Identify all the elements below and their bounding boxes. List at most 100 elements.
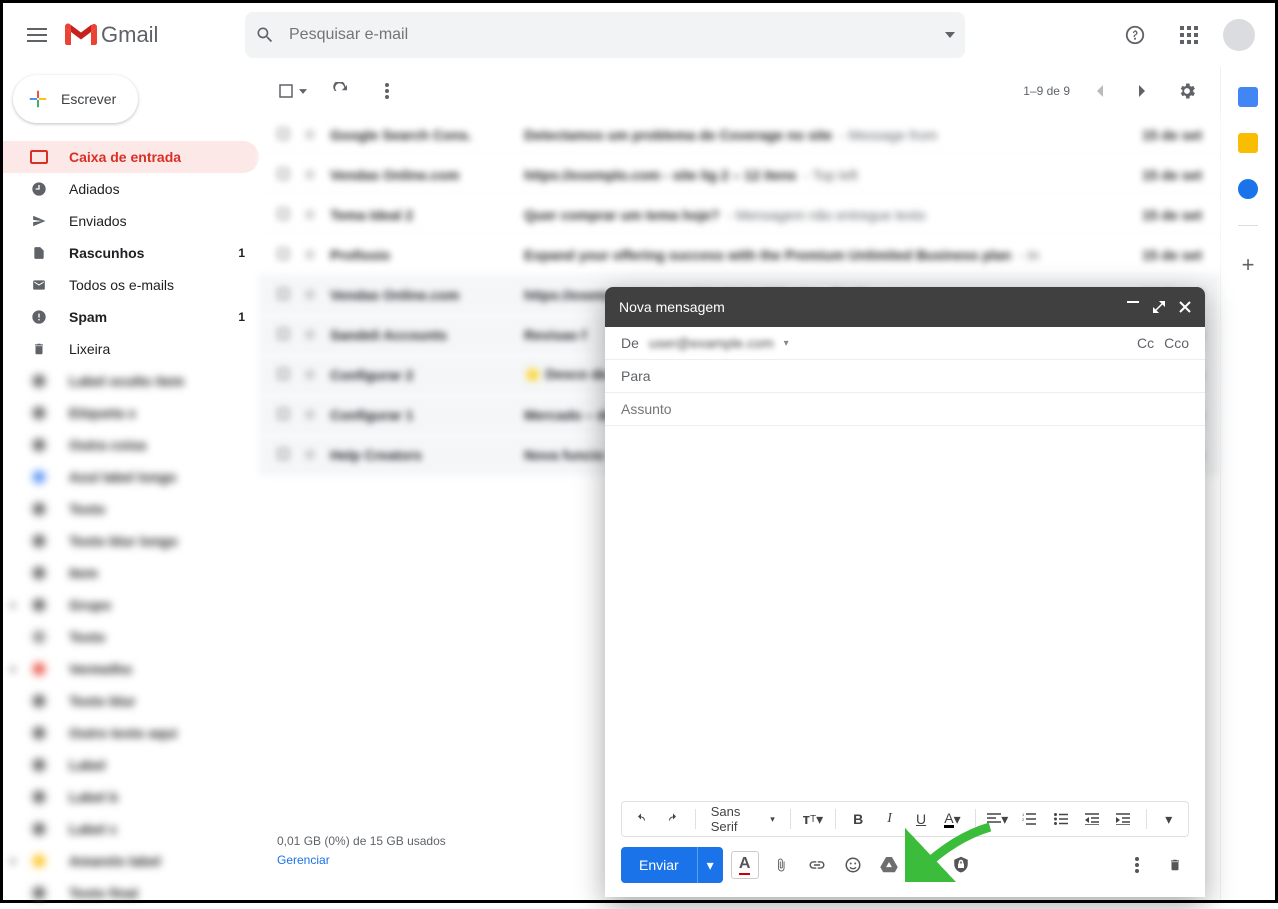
label-blurred: Label c: [3, 813, 259, 845]
settings-button[interactable]: [1172, 76, 1202, 106]
message-row[interactable]: ☐☆Vendas Online.comhttps://exemplo.com -…: [259, 155, 1220, 195]
numbered-list-button[interactable]: 12: [1018, 807, 1040, 831]
account-avatar[interactable]: [1223, 19, 1255, 51]
compose-header[interactable]: Nova mensagem: [605, 287, 1205, 327]
folder-label: Spam: [69, 309, 107, 325]
italic-button[interactable]: I: [878, 807, 900, 831]
ol-icon: 12: [1022, 813, 1036, 825]
insert-drive-button[interactable]: [875, 851, 903, 879]
compose-more-button[interactable]: [1123, 851, 1151, 879]
indent-less-button[interactable]: [1081, 807, 1103, 831]
inbox-icon: [29, 150, 49, 164]
send-options-button[interactable]: ▾: [697, 847, 723, 883]
folder-label: Rascunhos: [69, 245, 144, 261]
link-icon: [808, 860, 826, 870]
folder-spam[interactable]: Spam 1: [3, 301, 259, 333]
help-button[interactable]: [1115, 15, 1155, 55]
select-all-checkbox[interactable]: [277, 82, 307, 100]
more-button[interactable]: [375, 79, 399, 103]
from-label: De: [621, 335, 639, 351]
insert-link-button[interactable]: [803, 851, 831, 879]
to-label: Para: [621, 368, 651, 384]
manage-storage-link[interactable]: Gerenciar: [277, 851, 446, 870]
add-addon-button[interactable]: +: [1242, 252, 1255, 278]
compose-to-row[interactable]: Para: [605, 360, 1205, 393]
tasks-icon[interactable]: [1238, 179, 1258, 199]
close-button[interactable]: [1179, 301, 1191, 313]
undo-button[interactable]: [630, 807, 652, 831]
redo-button[interactable]: [661, 807, 683, 831]
mail-toolbar: 1–9 de 9: [259, 67, 1220, 115]
folder-allmail[interactable]: Todos os e-mails: [3, 269, 259, 301]
folder-label: Caixa de entrada: [69, 149, 181, 165]
font-size-button[interactable]: тT▾: [802, 807, 824, 831]
search-icon: [255, 25, 275, 45]
message-row[interactable]: ☐☆ProfissioExpand your offering success …: [259, 235, 1220, 275]
subject-input[interactable]: [621, 401, 1189, 417]
compose-body[interactable]: [605, 426, 1205, 801]
photo-icon: [916, 857, 934, 873]
paperclip-icon: [774, 856, 788, 874]
trash-icon: [29, 341, 49, 357]
insert-emoji-button[interactable]: [839, 851, 867, 879]
apps-button[interactable]: [1169, 15, 1209, 55]
minimize-button[interactable]: [1127, 301, 1139, 313]
keep-icon[interactable]: [1238, 133, 1258, 153]
folder-snoozed[interactable]: Adiados: [3, 173, 259, 205]
align-icon: [987, 813, 1001, 825]
message-row[interactable]: ☐☆Tema Ideal 2Quer comprar um tema hoje?…: [259, 195, 1220, 235]
bcc-button[interactable]: Cco: [1164, 335, 1189, 351]
confidential-mode-button[interactable]: [947, 851, 975, 879]
label-blurred: Texto: [3, 621, 259, 653]
pager-next[interactable]: [1128, 76, 1158, 106]
refresh-button[interactable]: [329, 79, 353, 103]
compose-subject-row[interactable]: [605, 393, 1205, 426]
message-row[interactable]: ☐☆Google Search Cons.Detectamos um probl…: [259, 115, 1220, 155]
label-blurred: ▸Grupo: [3, 589, 259, 621]
gmail-logo[interactable]: Gmail: [65, 22, 235, 48]
indent-more-button[interactable]: [1112, 807, 1134, 831]
discard-draft-button[interactable]: [1161, 851, 1189, 879]
cc-button[interactable]: Cc: [1137, 335, 1154, 351]
search-input[interactable]: [275, 26, 945, 44]
chevron-down-icon: [299, 89, 307, 94]
align-button[interactable]: ▾: [987, 807, 1009, 831]
bold-button[interactable]: B: [847, 807, 869, 831]
underline-button[interactable]: U: [910, 807, 932, 831]
emoji-icon: [844, 856, 862, 874]
close-icon: [1179, 301, 1191, 313]
pager-prev[interactable]: [1084, 76, 1114, 106]
font-family-select[interactable]: Sans Serif ▾: [707, 804, 779, 834]
folder-count: 1: [238, 310, 245, 324]
folder-count: 1: [238, 246, 245, 260]
bullet-list-button[interactable]: [1049, 807, 1071, 831]
send-button[interactable]: Enviar ▾: [621, 847, 723, 883]
main-menu-button[interactable]: [13, 11, 61, 59]
svg-text:2: 2: [1022, 817, 1025, 822]
folder-label: Lixeira: [69, 341, 110, 357]
label-blurred: Texto final: [3, 877, 259, 909]
compose-button[interactable]: Escrever: [13, 75, 138, 123]
attach-file-button[interactable]: [767, 851, 795, 879]
label-blurred: Texto blur: [3, 685, 259, 717]
text-color-button[interactable]: A▾: [941, 807, 963, 831]
fullscreen-button[interactable]: [1153, 301, 1165, 313]
apps-icon: [1180, 26, 1198, 44]
compose-from-row[interactable]: De user@example.com ▾ Cc Cco: [605, 327, 1205, 360]
format-more-button[interactable]: ▾: [1158, 807, 1180, 831]
rail-separator: [1238, 225, 1258, 226]
folder-sent[interactable]: Enviados: [3, 205, 259, 237]
search-bar[interactable]: [245, 12, 965, 58]
insert-photo-button[interactable]: [911, 851, 939, 879]
formatting-toggle-button[interactable]: A: [731, 851, 759, 879]
more-vert-icon: [1135, 857, 1139, 873]
folder-inbox[interactable]: Caixa de entrada: [3, 141, 259, 173]
calendar-icon[interactable]: [1238, 87, 1258, 107]
plus-icon: [27, 88, 49, 110]
undo-icon: [633, 813, 649, 825]
search-options-icon[interactable]: [945, 32, 955, 38]
folder-trash[interactable]: Lixeira: [3, 333, 259, 365]
folder-drafts[interactable]: Rascunhos 1: [3, 237, 259, 269]
gmail-logo-text: Gmail: [101, 22, 158, 48]
more-vert-icon: [385, 83, 389, 99]
